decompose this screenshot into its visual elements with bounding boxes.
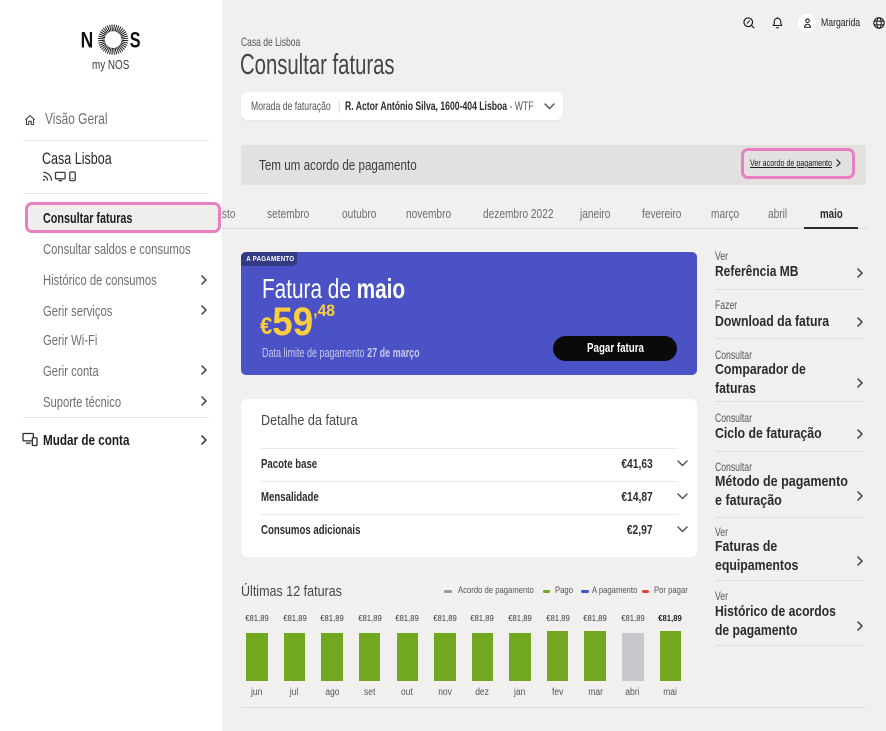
svg-text:S: S: [130, 27, 141, 52]
svg-text:N: N: [81, 27, 94, 52]
